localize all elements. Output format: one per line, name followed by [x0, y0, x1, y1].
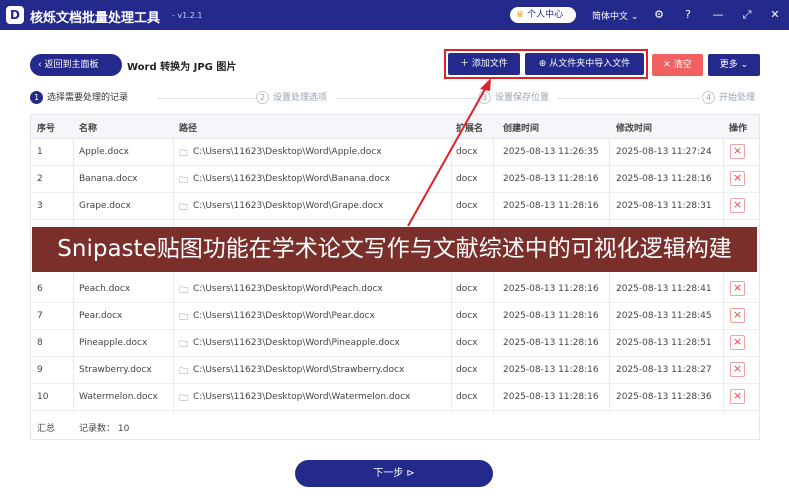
- overlay-banner: Snipaste贴图功能在学术论文写作与文献综述中的可视化逻辑构建: [32, 227, 757, 272]
- arrow-right-circle-icon: ⊳: [403, 468, 415, 479]
- next-step-button[interactable]: 下一步 ⊳: [295, 460, 493, 487]
- arrow-line: [407, 81, 490, 227]
- next-label: 下一步: [373, 468, 404, 479]
- arrow-head: [480, 78, 491, 91]
